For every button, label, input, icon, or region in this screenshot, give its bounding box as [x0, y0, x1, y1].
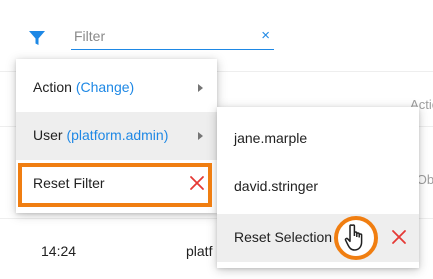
grid-cell: Obl: [416, 172, 433, 187]
menu-item-action[interactable]: Action (Change): [16, 64, 217, 112]
filter-placeholder: Filter: [74, 28, 106, 44]
pointer-hand-icon: [344, 224, 363, 251]
submenu-item-label: Reset Selection: [234, 229, 333, 245]
user-submenu: jane.marple david.stringer Reset Selecti…: [217, 107, 419, 268]
chevron-right-icon: [198, 84, 203, 92]
submenu-item-label: jane.marple: [234, 130, 308, 146]
submenu-item-david-stringer[interactable]: david.stringer: [217, 163, 419, 211]
menu-item-detail: (platform.admin): [66, 127, 169, 143]
menu-item-detail: (Change): [75, 79, 135, 95]
filter-input[interactable]: Filter ×: [71, 24, 274, 50]
menu-item-label: User: [33, 127, 63, 143]
close-icon[interactable]: [391, 229, 407, 245]
submenu-item-jane-marple[interactable]: jane.marple: [217, 115, 419, 163]
menu-item-user[interactable]: User (platform.admin): [16, 112, 217, 160]
submenu-item-label: david.stringer: [234, 178, 319, 194]
chevron-right-icon: [198, 132, 203, 140]
menu-item-label: Action: [33, 79, 72, 95]
highlight-circle: [334, 216, 378, 260]
submenu-item-reset-selection[interactable]: Reset Selection: [217, 214, 419, 262]
filter-icon[interactable]: [27, 28, 47, 48]
row-user: platf: [186, 243, 213, 259]
row-time: 14:24: [41, 243, 77, 259]
highlight-box: [18, 163, 212, 207]
clear-filter-icon[interactable]: ×: [261, 27, 270, 45]
